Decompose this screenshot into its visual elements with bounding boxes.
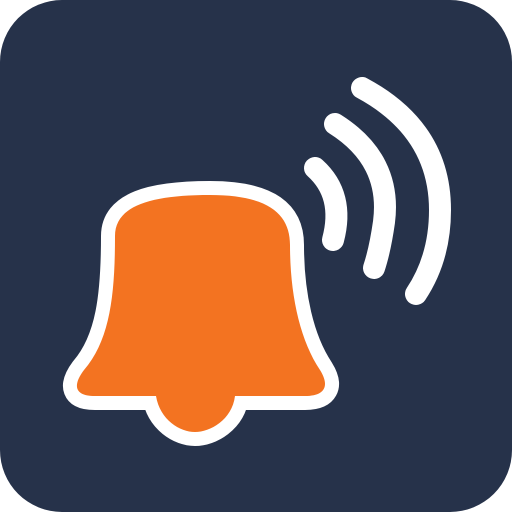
app-icon-graphic <box>0 0 512 512</box>
bell-icon <box>63 181 339 446</box>
app-icon[interactable] <box>0 0 512 512</box>
